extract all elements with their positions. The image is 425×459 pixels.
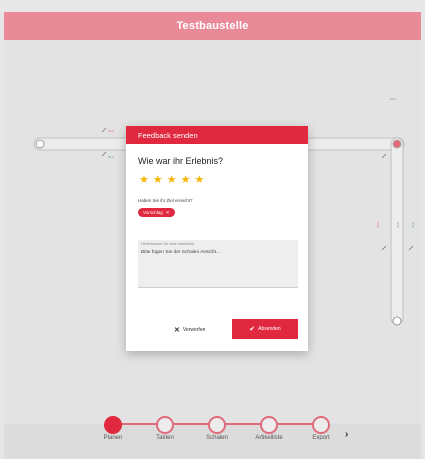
dimension-tick: [381, 153, 387, 159]
app-header: Testbaustelle: [4, 12, 421, 40]
chip-close-icon[interactable]: ✕: [166, 210, 170, 216]
dialog-header: Feedback senden: [126, 126, 308, 144]
step-label-planen[interactable]: Planen: [91, 435, 135, 441]
check-icon: ✔: [249, 326, 256, 333]
star-icon[interactable]: ★: [167, 175, 177, 186]
star-icon[interactable]: ★: [195, 175, 205, 186]
chevron-right-icon[interactable]: ›: [345, 429, 348, 440]
close-icon: ✕: [174, 327, 180, 334]
step-node-planen[interactable]: [104, 416, 122, 434]
dimension-label: 30,6: [108, 155, 114, 159]
dimension-tick: [101, 127, 107, 133]
star-rating[interactable]: ★ ★ ★ ★ ★: [139, 175, 204, 186]
dimension-tick: [408, 245, 414, 251]
goal-question: Haben Sie ihr Ziel erreicht?: [138, 198, 193, 203]
send-label: Absenden: [258, 326, 281, 332]
dimension-label: 24,0: [411, 222, 415, 228]
send-button[interactable]: ✔ Absenden: [232, 319, 298, 339]
wall-endpoint: [35, 139, 45, 149]
top-strip: [0, 0, 425, 12]
dimension-tick: [101, 151, 107, 157]
dimension-label: 30,6: [108, 129, 114, 133]
message-value[interactable]: Bitte fügen Sie der Schalen Ansicht...: [141, 250, 220, 255]
wall-corner: [392, 139, 402, 149]
star-icon[interactable]: ★: [139, 175, 149, 186]
step-label-export[interactable]: Export: [299, 435, 343, 441]
step-node-artikelliste[interactable]: [260, 416, 278, 434]
dimension-label: 24,0: [390, 97, 396, 101]
suggestion-chip[interactable]: Vorschlag ✕: [138, 208, 175, 217]
step-node-export[interactable]: [312, 416, 330, 434]
dialog-title: Feedback senden: [138, 130, 198, 140]
discard-button[interactable]: ✕ Verwerfen: [174, 321, 205, 339]
star-icon[interactable]: ★: [153, 175, 163, 186]
chip-label: Vorschlag: [143, 210, 163, 215]
discard-label: Verwerfen: [182, 327, 206, 333]
wall-vertical: [390, 137, 404, 325]
dimension-label: 24,0: [396, 222, 400, 228]
step-node-schalen[interactable]: [208, 416, 226, 434]
experience-question: Wie war ihr Erlebnis?: [138, 156, 224, 166]
page-title: Testbaustelle: [176, 20, 249, 32]
wall-endpoint: [392, 316, 402, 326]
message-label: Hinterlassen Sie eine Nachricht: [141, 242, 194, 246]
step-node-takten[interactable]: [156, 416, 174, 434]
feedback-dialog: Feedback senden Wie war ihr Erlebnis? ★ …: [126, 126, 308, 351]
stepper-bar: Planen Takten Schalen Artikelliste Expor…: [4, 416, 421, 459]
step-label-schalen[interactable]: Schalen: [195, 435, 239, 441]
step-label-artikelliste[interactable]: Artikelliste: [247, 435, 291, 441]
dimension-tick: [381, 245, 387, 251]
star-icon[interactable]: ★: [181, 175, 191, 186]
step-label-takten[interactable]: Takten: [143, 435, 187, 441]
stepper: Planen Takten Schalen Artikelliste Expor…: [4, 416, 421, 451]
message-textarea[interactable]: Hinterlassen Sie eine Nachricht Bitte fü…: [138, 240, 298, 288]
dimension-label: 24,0: [376, 222, 380, 228]
